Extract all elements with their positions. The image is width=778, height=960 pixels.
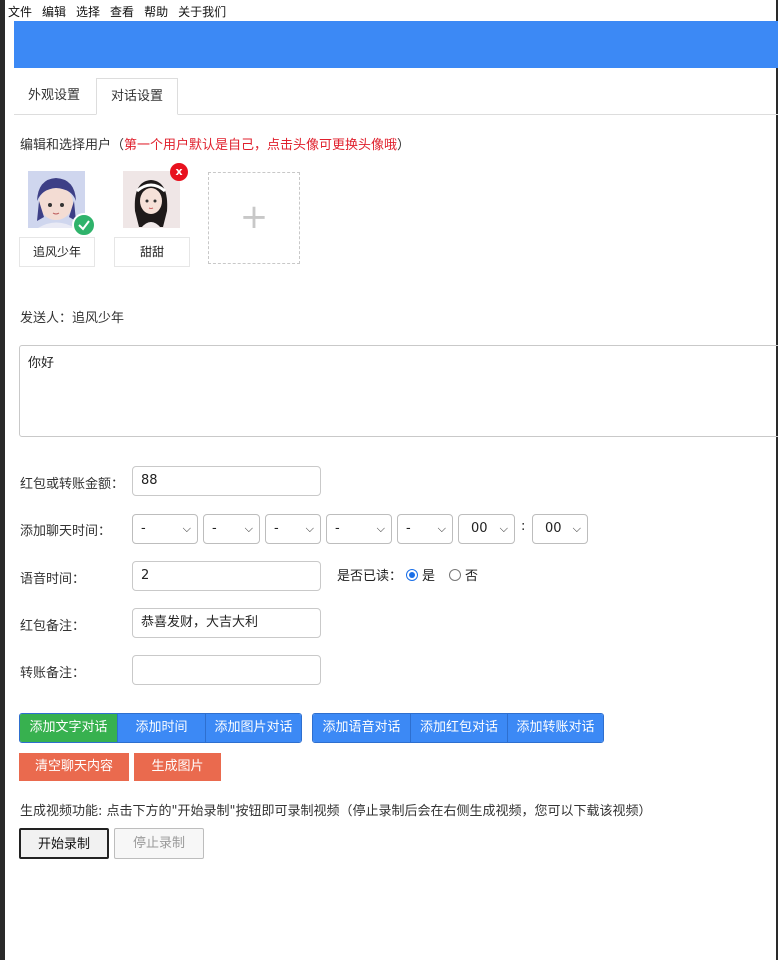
chevron-down-icon: ⌵ [244, 522, 253, 535]
menu-file[interactable]: 文件 [8, 3, 32, 19]
amount-label: 红包或转账金额： [20, 477, 125, 492]
start-recording-button[interactable]: 开始录制 [19, 828, 109, 859]
redpacket-note-label: 红包备注： [20, 619, 86, 634]
sender-label: 发送人： [20, 311, 73, 326]
read-yes-radio[interactable] [406, 568, 419, 581]
chevron-down-icon: ⌵ [305, 522, 314, 535]
period-value: - [406, 521, 411, 536]
plus-icon: + [239, 197, 269, 237]
add-time-button[interactable]: 添加时间 [117, 714, 205, 742]
transfer-note-input[interactable] [132, 655, 321, 685]
clear-chat-button[interactable]: 清空聊天内容 [19, 753, 129, 781]
user-name-2[interactable]: 甜甜 [114, 237, 190, 267]
menu-view[interactable]: 查看 [110, 3, 134, 19]
read-status-label: 是否已读： [337, 569, 403, 584]
sender-line: 发送人：追风少年 [20, 307, 124, 326]
menu-edit[interactable]: 编辑 [42, 3, 66, 19]
time-label: 添加聊天时间： [20, 524, 112, 539]
period-select[interactable]: - ⌵ [397, 514, 453, 544]
day-value: - [274, 521, 279, 536]
weekday-select[interactable]: - ⌵ [326, 514, 392, 544]
hour-select[interactable]: 00 ⌵ [458, 514, 515, 544]
user-hint: 编辑和选择用户（第一个用户默认是自己，点击头像可更换头像哦） [20, 134, 410, 153]
add-image-button[interactable]: 添加图片对话 [205, 714, 301, 742]
menu-bar: 文件 编辑 选择 查看 帮助 关于我们 [8, 3, 226, 19]
transfer-note-label: 转账备注： [20, 666, 86, 681]
month-value: - [212, 521, 217, 536]
month-select[interactable]: - ⌵ [203, 514, 260, 544]
read-no-radio[interactable] [449, 568, 462, 581]
redpacket-note-input[interactable]: 恭喜发财，大吉大利 [132, 608, 321, 638]
weekday-value: - [335, 521, 340, 536]
hint-prefix: 编辑和选择用户（ [20, 138, 125, 153]
hint-suffix: ） [397, 138, 411, 153]
avatar-image-2[interactable] [123, 171, 180, 228]
settings-tabs: 外观设置 对话设置 [14, 78, 778, 115]
chevron-down-icon: ⌵ [499, 522, 508, 535]
voice-duration-input[interactable]: 2 [132, 561, 321, 591]
chevron-down-icon: ⌵ [572, 522, 581, 535]
minute-value: 00 [545, 521, 562, 536]
year-select[interactable]: - ⌵ [132, 514, 198, 544]
read-yes-label[interactable]: 是 [422, 565, 435, 584]
add-text-button[interactable]: 添加文字对话 [20, 714, 117, 742]
message-textarea[interactable]: 你好 [19, 345, 778, 437]
selected-check-icon [72, 213, 96, 237]
day-select[interactable]: - ⌵ [265, 514, 321, 544]
chevron-down-icon: ⌵ [376, 522, 385, 535]
button-group-1: 添加文字对话 添加时间 添加图片对话 [19, 713, 302, 743]
video-hint: 生成视频功能: 点击下方的"开始录制"按钮即可录制视频（停止录制后会在右侧生成视… [20, 804, 652, 819]
amount-input[interactable]: 88 [132, 466, 321, 496]
generate-image-button[interactable]: 生成图片 [134, 753, 221, 781]
user-name-1[interactable]: 追风少年 [19, 237, 95, 267]
menu-select[interactable]: 选择 [76, 3, 100, 19]
chevron-down-icon: ⌵ [437, 522, 446, 535]
hour-value: 00 [471, 521, 488, 536]
window-left-edge [0, 0, 5, 960]
voice-label: 语音时间： [20, 572, 86, 587]
hint-red: 第一个用户默认是自己，点击头像可更换头像哦 [124, 138, 398, 153]
tab-appearance[interactable]: 外观设置 [14, 78, 94, 113]
chevron-down-icon: ⌵ [182, 522, 191, 535]
minute-select[interactable]: 00 ⌵ [532, 514, 588, 544]
read-status-group: 是否已读： 是 否 [337, 565, 478, 584]
delete-user-icon[interactable]: x [170, 163, 188, 181]
button-group-2: 添加语音对话 添加红包对话 添加转账对话 [312, 713, 604, 743]
tab-dialog[interactable]: 对话设置 [96, 78, 179, 115]
add-transfer-button[interactable]: 添加转账对话 [507, 714, 603, 742]
read-no-label[interactable]: 否 [465, 565, 478, 584]
header-banner [14, 21, 778, 68]
add-redpacket-button[interactable]: 添加红包对话 [410, 714, 507, 742]
stop-recording-button[interactable]: 停止录制 [114, 828, 204, 859]
time-separator: : [521, 519, 526, 534]
sender-name: 追风少年 [72, 311, 125, 326]
add-voice-button[interactable]: 添加语音对话 [313, 714, 410, 742]
menu-about[interactable]: 关于我们 [178, 3, 226, 19]
year-value: - [141, 521, 146, 536]
add-user-button[interactable]: + [208, 172, 300, 264]
menu-help[interactable]: 帮助 [144, 3, 168, 19]
